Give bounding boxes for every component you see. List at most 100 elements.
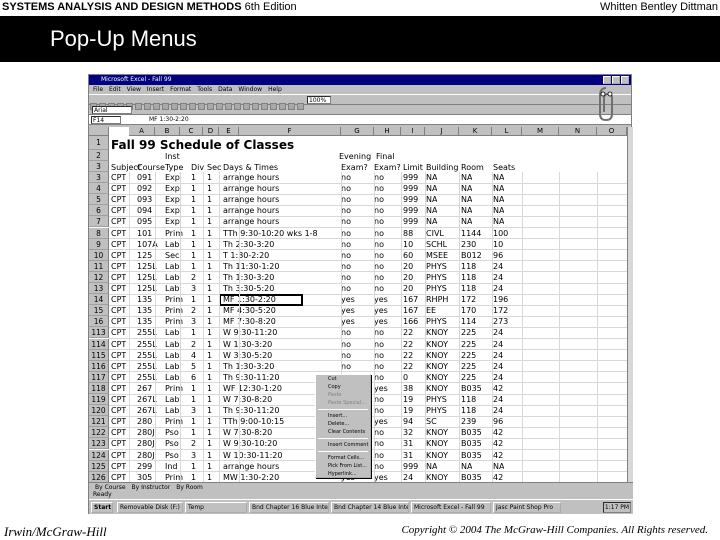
table-cell[interactable]: W 9:30-10:20	[223, 439, 277, 448]
table-cell[interactable]: PHYS	[426, 406, 447, 415]
row-header[interactable]: 6	[89, 205, 109, 217]
table-cell[interactable]: 1	[207, 273, 212, 282]
selected-cell[interactable]	[219, 294, 303, 307]
table-cell[interactable]: 2	[191, 306, 196, 315]
row-header[interactable]: 16	[89, 316, 109, 328]
column-heading[interactable]: Exam?	[341, 163, 368, 172]
row-header[interactable]: 119	[89, 394, 109, 406]
table-cell[interactable]: 24	[493, 362, 503, 371]
table-cell[interactable]: 118	[461, 262, 476, 271]
row-header[interactable]: 3	[89, 161, 109, 172]
table-cell[interactable]: 20	[403, 262, 413, 271]
taskbar-item[interactable]: Bnd Chapter 16 Blue Intel...	[249, 502, 329, 513]
table-cell[interactable]: 125L	[137, 284, 157, 293]
table-cell[interactable]: arrange hours	[223, 173, 279, 182]
select-all-corner[interactable]	[89, 127, 109, 136]
table-cell[interactable]: 1	[207, 451, 212, 460]
table-cell[interactable]: W 7:30-8:20	[223, 395, 272, 404]
table-cell[interactable]: no	[341, 206, 351, 215]
table-cell[interactable]: no	[374, 462, 384, 471]
menu-window[interactable]: Window	[238, 86, 262, 93]
table-cell[interactable]: 1	[207, 295, 212, 304]
table-cell[interactable]: 1	[191, 173, 196, 182]
table-cell[interactable]: SCHL	[426, 240, 447, 249]
table-cell[interactable]: 1	[207, 417, 212, 426]
table-cell[interactable]: CPT	[111, 184, 126, 193]
table-cell[interactable]: PHYS	[426, 273, 447, 282]
table-cell[interactable]: Lab	[165, 262, 179, 271]
table-cell[interactable]: NA	[426, 217, 437, 226]
table-cell[interactable]: no	[374, 439, 384, 448]
column-header-k[interactable]: K	[459, 127, 492, 136]
table-cell[interactable]: WF 12:30-1:20	[223, 384, 282, 393]
table-cell[interactable]: B035	[461, 428, 482, 437]
table-cell[interactable]: 22	[403, 351, 413, 360]
table-cell[interactable]: 3	[191, 451, 196, 460]
table-cell[interactable]: NA	[461, 462, 472, 471]
table-cell[interactable]: 1	[191, 184, 196, 193]
table-cell[interactable]: 100	[493, 229, 508, 238]
table-cell[interactable]: no	[374, 395, 384, 404]
table-cell[interactable]: 22	[403, 340, 413, 349]
column-header-e[interactable]: E	[219, 127, 239, 136]
table-cell[interactable]: CIVL	[426, 229, 444, 238]
table-cell[interactable]: 1	[191, 473, 196, 482]
table-cell[interactable]: no	[374, 428, 384, 437]
table-cell[interactable]: 1	[207, 217, 212, 226]
table-cell[interactable]: 255L	[137, 362, 157, 371]
table-cell[interactable]: 38	[403, 384, 413, 393]
row-header[interactable]: 116	[89, 360, 109, 372]
table-cell[interactable]: 2	[191, 340, 196, 349]
row-header[interactable]: 2	[89, 150, 109, 161]
taskbar-item[interactable]: Removable Disk (F:)	[117, 502, 183, 513]
table-cell[interactable]: 118	[461, 273, 476, 282]
table-cell[interactable]: 267L	[137, 395, 157, 404]
table-cell[interactable]: PHYS	[426, 395, 447, 404]
column-heading[interactable]: Course	[137, 163, 165, 172]
table-cell[interactable]: 1	[207, 395, 212, 404]
column-header-l[interactable]: L	[492, 127, 522, 136]
table-cell[interactable]: 1144	[461, 229, 481, 238]
maximize-icon[interactable]	[612, 76, 620, 84]
table-cell[interactable]: yes	[341, 306, 355, 315]
taskbar-item[interactable]: Jasc Paint Shop Pro	[493, 502, 561, 513]
table-cell[interactable]: Ind	[165, 462, 178, 471]
table-cell[interactable]: yes	[374, 417, 388, 426]
table-cell[interactable]: CPT	[111, 406, 126, 415]
table-cell[interactable]: 170	[461, 306, 476, 315]
table-cell[interactable]: 1	[191, 262, 196, 271]
table-cell[interactable]: 3	[191, 406, 196, 415]
table-cell[interactable]: 1	[191, 462, 196, 471]
excel-titlebar[interactable]: Microsoft Excel - Fall 99	[89, 75, 631, 85]
column-heading[interactable]: Div	[191, 163, 204, 172]
table-cell[interactable]: 1	[191, 417, 196, 426]
table-cell[interactable]: 5	[191, 362, 196, 371]
table-cell[interactable]: 42	[493, 451, 503, 460]
table-cell[interactable]: no	[374, 406, 384, 415]
column-header-a[interactable]: A	[129, 127, 155, 136]
table-cell[interactable]: CPT	[111, 273, 126, 282]
start-button[interactable]: Start	[91, 502, 113, 513]
table-cell[interactable]: KNOY	[426, 373, 448, 382]
row-header[interactable]: 7	[89, 216, 109, 228]
context-menu-insert[interactable]: Insert...	[316, 412, 370, 420]
table-cell[interactable]: CPT	[111, 395, 126, 404]
table-cell[interactable]: no	[374, 195, 384, 204]
table-cell[interactable]: 101	[137, 229, 152, 238]
column-heading[interactable]: Sec	[207, 163, 221, 172]
office-assistant-icon[interactable]	[594, 84, 624, 124]
table-cell[interactable]: arrange hours	[223, 462, 279, 471]
table-cell[interactable]: yes	[374, 473, 388, 482]
context-menu-pick-from-list[interactable]: Pick From List...	[316, 462, 370, 470]
table-cell[interactable]: 1	[207, 406, 212, 415]
context-menu-insert-comment[interactable]: Insert Comment	[316, 441, 370, 449]
table-cell[interactable]: Exp	[165, 206, 180, 215]
column-header-m[interactable]: M	[522, 127, 559, 136]
column-heading[interactable]: Room	[461, 163, 484, 172]
table-cell[interactable]: Exp	[165, 173, 180, 182]
table-cell[interactable]: B035	[461, 439, 482, 448]
table-cell[interactable]: no	[374, 184, 384, 193]
row-header[interactable]: 113	[89, 327, 109, 339]
table-cell[interactable]: 19	[403, 395, 413, 404]
table-cell[interactable]: NA	[493, 217, 504, 226]
